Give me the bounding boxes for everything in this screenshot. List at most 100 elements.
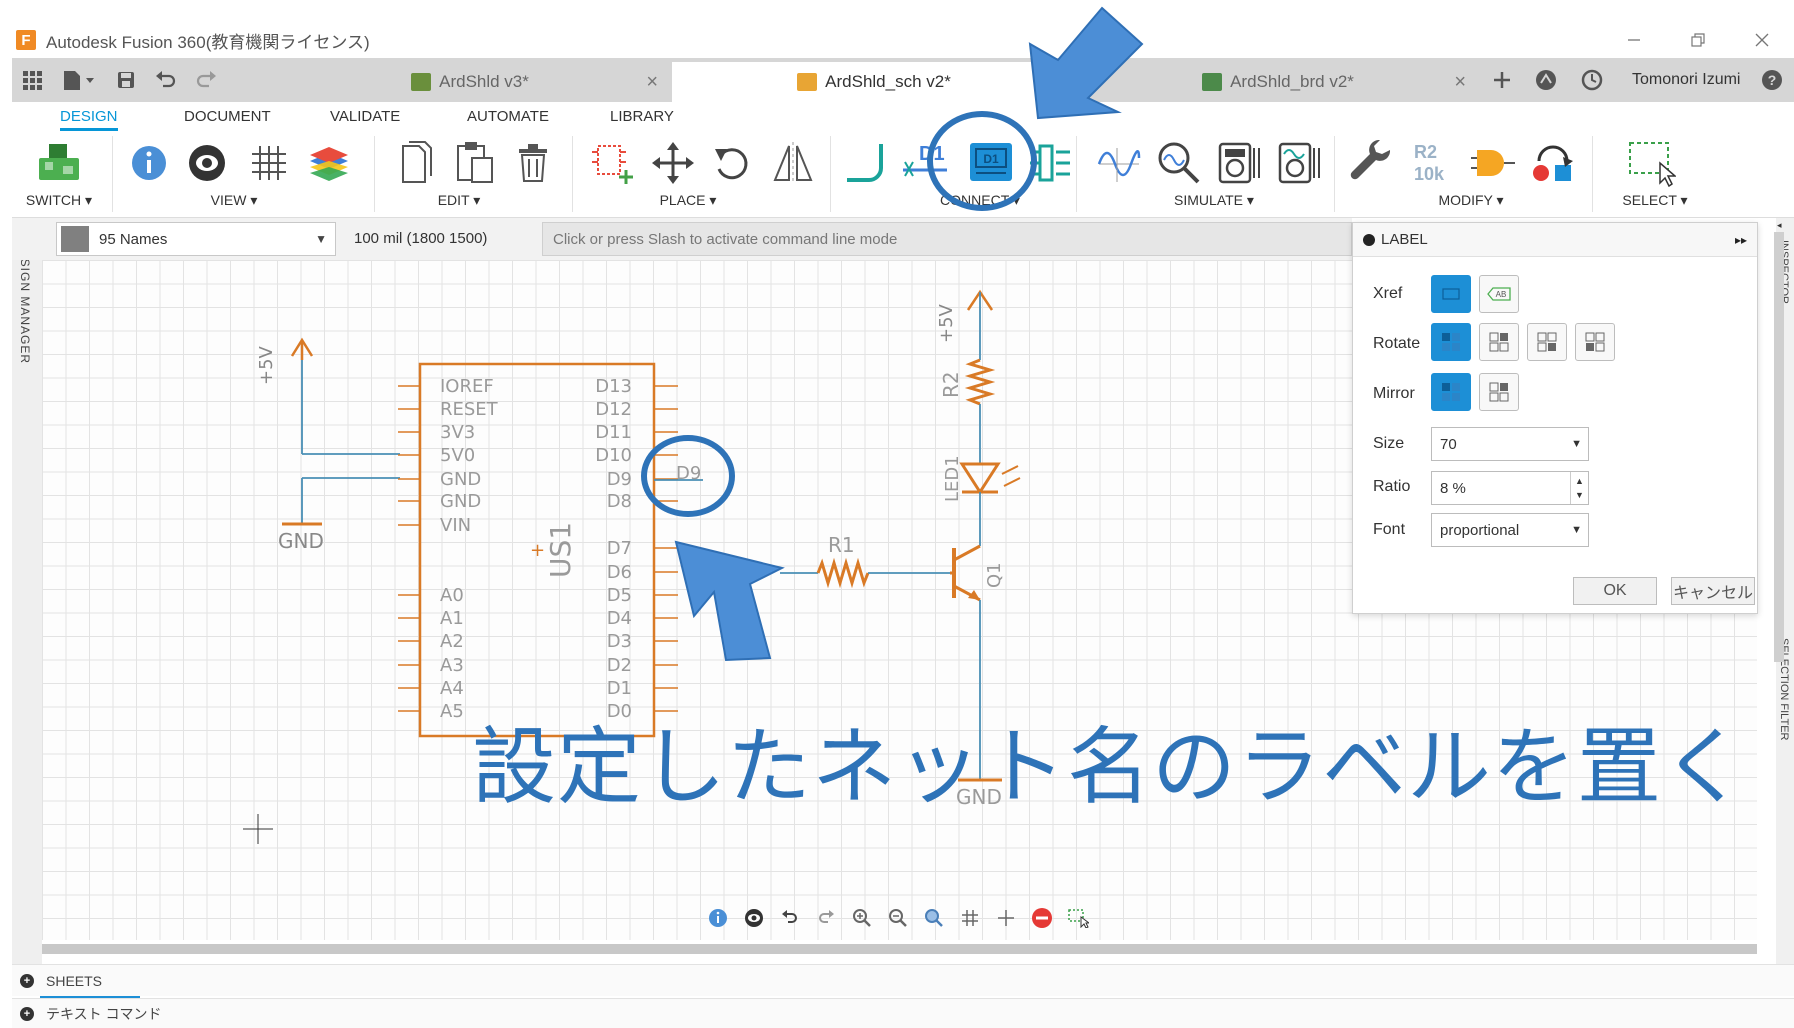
swap-gate-button[interactable] — [1468, 138, 1518, 188]
pin-label: D8 — [607, 491, 632, 512]
ribbon-tab-library[interactable]: LIBRARY — [610, 108, 674, 125]
zoom-fit-button[interactable] — [916, 902, 952, 934]
design-manager-strip[interactable]: ▸▸ DESIGN MANAGER — [12, 218, 42, 968]
net-button[interactable] — [842, 138, 892, 188]
tab-ardshld-brd[interactable]: ArdShld_brd v2* × — [1078, 62, 1478, 102]
group-label-select[interactable]: SELECT ▾ — [1622, 192, 1687, 209]
move-button[interactable] — [648, 138, 698, 188]
replace-button[interactable] — [1528, 138, 1578, 188]
expand-panel-icon[interactable]: ▸▸ — [1735, 233, 1747, 247]
zoom-out-button[interactable] — [880, 902, 916, 934]
window-select-button[interactable] — [1060, 902, 1096, 934]
ribbon-tab-validate[interactable]: VALIDATE — [330, 108, 400, 125]
undo-button[interactable] — [146, 58, 186, 102]
help-button[interactable]: ? — [1752, 58, 1792, 102]
meter-button[interactable] — [1214, 138, 1264, 188]
window-select-button[interactable] — [1626, 138, 1676, 188]
ribbon-tab-document[interactable]: DOCUMENT — [184, 108, 271, 125]
group-label-view[interactable]: VIEW ▾ — [211, 192, 258, 209]
xref-off-button[interactable] — [1431, 275, 1471, 313]
redo-button[interactable] — [186, 58, 226, 102]
dropdown-arrow-icon: ▼ — [1571, 524, 1582, 536]
ok-button[interactable]: OK — [1573, 577, 1657, 605]
layer-dropdown[interactable]: 95 Names ▼ — [56, 222, 336, 256]
show-button[interactable] — [736, 902, 772, 934]
tab-ardshld-sch[interactable]: ArdShld_sch v2* — [672, 62, 1076, 102]
move-icon — [652, 142, 694, 184]
save-button[interactable] — [106, 58, 146, 102]
redo-button[interactable] — [808, 902, 844, 934]
minimize-button[interactable] — [1602, 22, 1666, 58]
file-menu-button[interactable] — [52, 58, 106, 102]
label-button[interactable]: D1 — [964, 138, 1018, 188]
xref-on-button[interactable]: AB — [1479, 275, 1519, 313]
ratio-spin-buttons[interactable]: ▲ ▼ — [1570, 472, 1588, 504]
extensions-icon — [1536, 70, 1556, 90]
copy-button[interactable] — [392, 138, 442, 188]
grid-button[interactable] — [244, 138, 294, 188]
horizontal-scrollbar[interactable] — [42, 944, 1757, 954]
stop-button[interactable] — [1024, 902, 1060, 934]
label-panel-header[interactable]: LABEL — [1353, 223, 1757, 257]
ratio-stepper[interactable]: 8 % ▲ ▼ — [1431, 471, 1589, 505]
vertical-scrollbar[interactable] — [1774, 232, 1784, 662]
show-button[interactable] — [182, 138, 232, 188]
group-label-modify[interactable]: MODIFY ▾ — [1438, 192, 1503, 209]
ribbon-tab-design[interactable]: DESIGN — [60, 108, 118, 131]
change-button[interactable] — [1348, 138, 1398, 188]
info-button[interactable] — [700, 902, 736, 934]
text-command-panel[interactable]: + テキスト コマンド — [12, 998, 1794, 1028]
switch-to-pcb-button[interactable] — [34, 138, 84, 188]
rotate-90-button[interactable] — [1479, 323, 1519, 361]
cancel-button[interactable]: キャンセル — [1671, 577, 1755, 605]
info-button[interactable] — [124, 138, 174, 188]
spin-up-icon[interactable]: ▲ — [1575, 474, 1584, 488]
ribbon-tab-automate[interactable]: AUTOMATE — [467, 108, 549, 125]
simulation-settings-button[interactable] — [1274, 138, 1324, 188]
panel-collapse-icon[interactable] — [1363, 233, 1375, 246]
group-label-simulate[interactable]: SIMULATE ▾ — [1174, 192, 1254, 209]
extensions-button[interactable] — [1526, 58, 1566, 102]
user-account-menu[interactable]: Tomonori Izumi — [1632, 58, 1740, 102]
gnd-left[interactable]: GND — [278, 522, 324, 553]
rotate-180-button[interactable] — [1527, 323, 1567, 361]
group-label-edit[interactable]: EDIT ▾ — [438, 192, 481, 209]
value-button[interactable]: R2 10k — [1408, 138, 1458, 188]
mirror-button[interactable] — [768, 138, 818, 188]
tab-ardshld[interactable]: ArdShld v3* × — [270, 62, 670, 102]
simulation-source-button[interactable] — [1094, 138, 1144, 188]
group-label-place[interactable]: PLACE ▾ — [660, 192, 717, 209]
job-status-button[interactable] — [1572, 58, 1612, 102]
sheets-panel[interactable]: + SHEETS — [12, 964, 1794, 996]
size-dropdown[interactable]: 70 ▼ — [1431, 427, 1589, 461]
mirror-off-button[interactable] — [1431, 373, 1471, 411]
expand-sheets-icon[interactable]: + — [20, 973, 34, 988]
new-tab-button[interactable] — [1482, 58, 1522, 102]
grid-button[interactable] — [952, 902, 988, 934]
spin-down-icon[interactable]: ▼ — [1575, 488, 1584, 502]
name-button[interactable]: D1 — [900, 138, 950, 188]
command-line-input[interactable]: Click or press Slash to activate command… — [542, 222, 1352, 256]
undo-button[interactable] — [772, 902, 808, 934]
rotate-0-button[interactable] — [1431, 323, 1471, 361]
close-tab-icon[interactable]: × — [1454, 71, 1466, 94]
close-tab-icon[interactable]: × — [646, 71, 658, 94]
collapse-icon[interactable]: ◂ — [1777, 220, 1782, 231]
rotate-270-button[interactable] — [1575, 323, 1615, 361]
probe-button[interactable] — [1154, 138, 1204, 188]
app-grid-button[interactable] — [12, 58, 52, 102]
zoom-in-button[interactable] — [844, 902, 880, 934]
font-dropdown[interactable]: proportional ▼ — [1431, 513, 1589, 547]
layer-settings-button[interactable] — [304, 138, 354, 188]
place-component-button[interactable] — [588, 138, 638, 188]
group-label-switch[interactable]: SWITCH ▾ — [26, 192, 92, 209]
close-window-button[interactable] — [1730, 22, 1794, 58]
rotate-button[interactable] — [708, 138, 758, 188]
delete-button[interactable] — [508, 138, 558, 188]
restore-button[interactable] — [1666, 22, 1730, 58]
mirror-on-button[interactable] — [1479, 373, 1519, 411]
paste-button[interactable] — [450, 138, 500, 188]
add-button[interactable] — [988, 902, 1024, 934]
value-icon-top: R2 — [1414, 142, 1437, 162]
expand-text-command-icon[interactable]: + — [20, 1006, 34, 1021]
